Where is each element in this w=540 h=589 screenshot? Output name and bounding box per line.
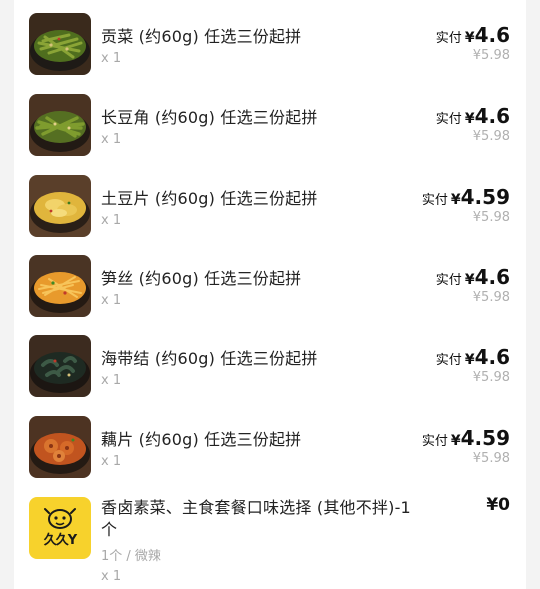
item-name: 笋丝 (约60g) 任选三份起拼	[101, 269, 302, 288]
paid-amount: 4.6	[474, 345, 510, 369]
item-name: 土豆片 (约60g) 任选三份起拼	[101, 189, 318, 208]
item-name: 贡菜 (约60g) 任选三份起拼	[101, 27, 302, 46]
list-item[interactable]: 长豆角 (约60g) 任选三份起拼 x 1 实付 ¥4.6 ¥5.98	[14, 94, 526, 174]
item-price: 实付 ¥4.6 ¥5.98	[436, 265, 510, 305]
brand-logo: 久久Y	[29, 497, 91, 559]
brand-logo-thumbnail: 久久Y	[29, 497, 91, 559]
original-price: ¥5.98	[472, 451, 510, 466]
item-price: 实付 ¥4.6 ¥5.98	[436, 23, 510, 63]
paid-amount: 4.6	[474, 104, 510, 128]
original-price: ¥5.98	[472, 370, 510, 385]
original-price: ¥5.98	[472, 129, 510, 144]
item-spec: 1个 / 微辣	[101, 549, 161, 564]
currency-symbol: ¥	[464, 111, 475, 127]
paid-label: 实付	[421, 434, 448, 449]
item-quantity: x 1	[101, 373, 122, 388]
paid-label: 实付	[421, 193, 448, 208]
dish-thumbnail	[29, 255, 91, 317]
item-quantity: x 1	[101, 293, 122, 308]
paid-amount: 4.6	[474, 23, 510, 47]
original-price: ¥5.98	[472, 290, 510, 305]
list-item[interactable]: 贡菜 (约60g) 任选三份起拼 x 1 实付 ¥4.6 ¥5.98	[14, 13, 526, 93]
item-price: 实付 ¥4.6 ¥5.98	[436, 104, 510, 144]
item-name: 海带结 (约60g) 任选三份起拼	[101, 349, 318, 368]
item-quantity: x 1	[101, 454, 122, 469]
paid-amount: 4.59	[460, 185, 510, 209]
list-item[interactable]: 久久Y 香卤素菜、主食套餐口味选择 (其他不拌)-1个 1个 / 微辣 x 1 …	[14, 495, 526, 589]
order-items-card: 贡菜 (约60g) 任选三份起拼 x 1 实付 ¥4.6 ¥5.98 长豆角 (约…	[14, 0, 526, 589]
list-item[interactable]: 海带结 (约60g) 任选三份起拼 x 1 实付 ¥4.6 ¥5.98	[14, 335, 526, 415]
item-quantity: x 1	[101, 132, 122, 147]
currency-symbol: ¥	[464, 352, 475, 368]
dish-thumbnail	[29, 13, 91, 75]
item-name: 长豆角 (约60g) 任选三份起拼	[101, 108, 318, 127]
item-quantity: x 1	[101, 569, 122, 584]
paid-label: 实付	[435, 353, 462, 368]
list-item[interactable]: 笋丝 (约60g) 任选三份起拼 x 1 实付 ¥4.6 ¥5.98	[14, 255, 526, 335]
item-quantity: x 1	[101, 51, 122, 66]
svg-text:久久Y: 久久Y	[44, 532, 78, 548]
item-price: 实付 ¥4.59 ¥5.98	[422, 185, 510, 225]
item-price: ¥0	[486, 495, 510, 515]
currency-symbol: ¥	[464, 272, 475, 288]
dish-thumbnail	[29, 416, 91, 478]
paid-label: 实付	[435, 112, 462, 127]
dish-thumbnail	[29, 94, 91, 156]
list-item[interactable]: 藕片 (约60g) 任选三份起拼 x 1 实付 ¥4.59 ¥5.98	[14, 416, 526, 496]
original-price: ¥5.98	[472, 210, 510, 225]
item-name: 藕片 (约60g) 任选三份起拼	[101, 430, 302, 449]
currency-symbol: ¥	[450, 192, 461, 208]
paid-label: 实付	[435, 273, 462, 288]
list-item[interactable]: 土豆片 (约60g) 任选三份起拼 x 1 实付 ¥4.59 ¥5.98	[14, 175, 526, 255]
dish-thumbnail	[29, 335, 91, 397]
item-quantity: x 1	[101, 213, 122, 228]
item-name: 香卤素菜、主食套餐口味选择 (其他不拌)-1个	[101, 498, 411, 539]
paid-amount: 4.6	[474, 265, 510, 289]
item-price: 实付 ¥4.6 ¥5.98	[436, 345, 510, 385]
dish-thumbnail	[29, 175, 91, 237]
item-price: 实付 ¥4.59 ¥5.98	[422, 426, 510, 466]
paid-amount: ¥0	[486, 495, 510, 515]
currency-symbol: ¥	[450, 433, 461, 449]
paid-amount: 4.59	[460, 426, 510, 450]
original-price: ¥5.98	[472, 48, 510, 63]
currency-symbol: ¥	[464, 30, 475, 46]
paid-label: 实付	[435, 31, 462, 46]
